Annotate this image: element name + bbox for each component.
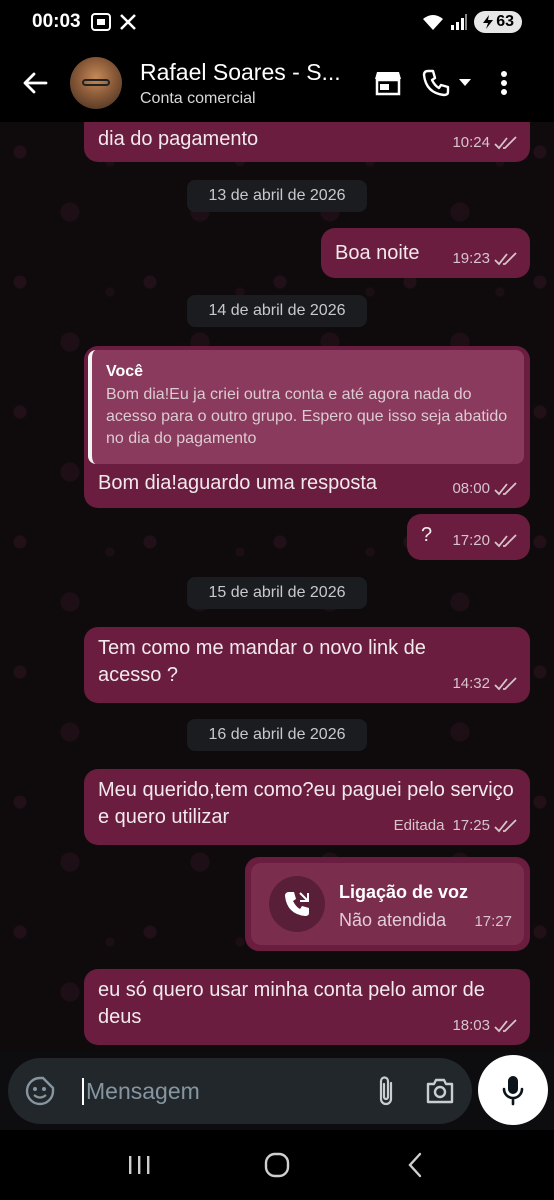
- call-message-bubble[interactable]: Ligação de voz Não atendida 17:27: [245, 857, 530, 951]
- emoji-sticker-button[interactable]: [8, 1058, 72, 1124]
- message-bubble[interactable]: eu só quero usar minha conta pelo amor d…: [84, 969, 530, 1045]
- message-time: 19:23: [452, 250, 490, 267]
- double-check-icon: [494, 676, 517, 690]
- message-bubble[interactable]: dia do pagamento 10:24: [84, 122, 530, 162]
- message-text: Boa noite: [335, 242, 420, 264]
- call-title: Ligação de voz: [339, 882, 469, 902]
- quoted-message[interactable]: Você Bom dia!Eu ja criei outra conta e a…: [88, 350, 524, 464]
- arrow-left-icon: [23, 72, 48, 94]
- chat-header: Rafael Soares - S... Conta comercial: [0, 44, 554, 122]
- date-chip: 13 de abril de 2026: [187, 180, 367, 212]
- store-icon: [375, 72, 401, 96]
- edited-label: Editada: [393, 817, 445, 834]
- recent-apps-button[interactable]: [109, 1135, 169, 1195]
- phone-icon: [422, 69, 450, 97]
- double-check-icon: [494, 818, 517, 832]
- chevron-left-icon: [408, 1152, 422, 1178]
- call-status: Não atendida: [339, 910, 447, 930]
- camera-button[interactable]: [408, 1058, 472, 1124]
- catalog-button[interactable]: [364, 44, 412, 122]
- missed-call-card[interactable]: Ligação de voz Não atendida 17:27: [251, 863, 524, 945]
- contact-avatar[interactable]: [70, 57, 122, 109]
- more-vert-icon: [501, 71, 507, 95]
- home-button[interactable]: [247, 1135, 307, 1195]
- contact-name: Rafael Soares - S...: [140, 58, 341, 85]
- message-time: 14:32: [452, 675, 490, 692]
- menu-button[interactable]: [482, 44, 526, 122]
- status-time: 00:03: [32, 11, 81, 32]
- message-bubble[interactable]: Você Bom dia!Eu ja criei outra conta e a…: [84, 346, 530, 508]
- battery-level: 63: [496, 13, 514, 30]
- date-chip: 14 de abril de 2026: [187, 295, 367, 327]
- home-circle-icon: [264, 1152, 290, 1178]
- signal-icon: [451, 14, 468, 30]
- call-icon-circle: [269, 876, 325, 932]
- battery-saver-icon: [483, 15, 494, 29]
- message-time: 17:25: [452, 817, 490, 834]
- message-time: 17:20: [452, 532, 490, 549]
- dropdown-caret-icon: [459, 79, 471, 86]
- message-bubble[interactable]: Tem como me mandar o novo link de acesso…: [84, 627, 530, 703]
- microphone-icon: [502, 1076, 524, 1106]
- message-time: 17:27: [474, 913, 512, 930]
- date-chip: 16 de abril de 2026: [187, 719, 367, 751]
- double-check-icon: [494, 1018, 517, 1032]
- double-check-icon: [494, 481, 517, 495]
- message-bubble[interactable]: Boa noite 19:23: [321, 228, 530, 278]
- message-input[interactable]: [82, 1077, 332, 1105]
- back-button[interactable]: [0, 44, 70, 122]
- battery-indicator: 63: [474, 11, 522, 33]
- double-check-icon: [494, 251, 517, 265]
- voice-record-button[interactable]: [478, 1055, 548, 1125]
- message-text: dia do pagamento: [98, 128, 259, 150]
- wifi-icon: [423, 15, 444, 30]
- message-text: Bom dia!aguardo uma resposta: [98, 472, 378, 494]
- x-app-icon: [119, 14, 136, 30]
- camera-icon: [426, 1078, 454, 1104]
- message-time: 10:24: [452, 134, 490, 151]
- sticker-icon: [25, 1076, 55, 1106]
- voice-call-button[interactable]: [412, 44, 482, 122]
- paperclip-icon: [379, 1076, 393, 1106]
- message-bubble[interactable]: ? 17:20: [407, 514, 530, 560]
- chat-area[interactable]: dia do pagamento 10:24 13 de abril de 20…: [0, 122, 554, 1052]
- message-time: 08:00: [452, 480, 490, 497]
- message-composer: [8, 1058, 472, 1124]
- quote-author: Você: [106, 363, 144, 380]
- message-text: Tem como me mandar o novo link de acesso…: [98, 637, 426, 686]
- quote-text: Bom dia!Eu ja criei outra conta e até ag…: [106, 386, 508, 447]
- missed-call-icon: [285, 892, 309, 916]
- message-text: ?: [421, 524, 433, 546]
- message-bubble[interactable]: Meu querido,tem como?eu paguei pelo serv…: [84, 769, 530, 845]
- status-bar: 00:03 63: [0, 0, 554, 44]
- contact-info[interactable]: Rafael Soares - S... Conta comercial: [140, 59, 350, 108]
- recents-icon: [129, 1156, 150, 1174]
- screenshot-icon: [90, 13, 111, 31]
- contact-subtitle: Conta comercial: [140, 89, 256, 107]
- message-time: 18:03: [452, 1017, 490, 1034]
- double-check-icon: [494, 135, 517, 149]
- double-check-icon: [494, 533, 517, 547]
- date-chip: 15 de abril de 2026: [187, 577, 367, 609]
- system-nav-bar: [0, 1130, 554, 1200]
- attach-button[interactable]: [364, 1058, 408, 1124]
- nav-back-button[interactable]: [385, 1135, 445, 1195]
